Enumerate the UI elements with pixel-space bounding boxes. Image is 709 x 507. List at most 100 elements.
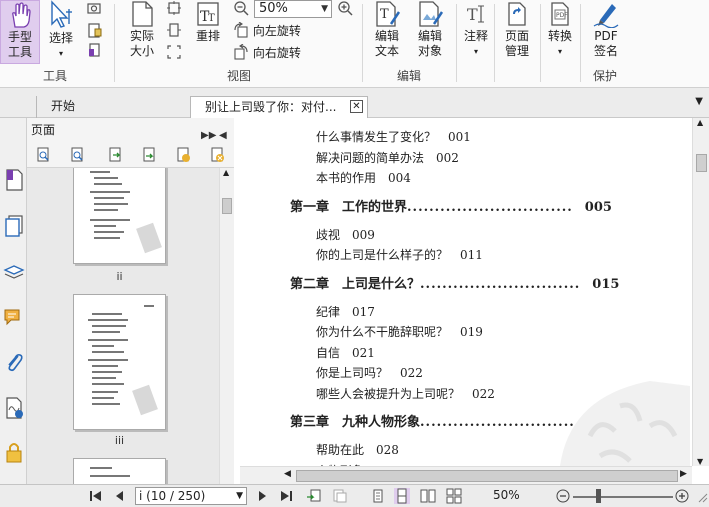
zoom-slider-handle[interactable] xyxy=(596,489,601,503)
continuous-view-icon[interactable] xyxy=(394,488,410,504)
page-manage-button[interactable]: 页面 管理 xyxy=(498,0,536,64)
reflow-icon: TT xyxy=(197,2,219,26)
fit-visible-icon[interactable] xyxy=(166,44,182,60)
signature-icon[interactable] xyxy=(3,396,25,420)
svg-text:T: T xyxy=(467,5,478,24)
insert-page-icon[interactable] xyxy=(107,147,123,163)
scrollbar-thumb[interactable] xyxy=(296,470,678,482)
comments-icon[interactable] xyxy=(3,306,25,330)
page-thumbnail[interactable] xyxy=(73,458,166,484)
scroll-right-icon[interactable]: ▶ xyxy=(680,469,687,479)
continuous-facing-view-icon[interactable] xyxy=(446,488,462,504)
zoom-in-icon[interactable] xyxy=(337,0,353,16)
thumbnail-label: iii xyxy=(114,434,125,447)
scroll-up-icon[interactable]: ▲ xyxy=(223,168,229,177)
toc-entry[interactable]: 什么事情发生了变化？ 001 xyxy=(316,128,471,145)
toc-entry[interactable]: 你是上司吗？ 022 xyxy=(316,364,423,381)
page-thumbnail[interactable] xyxy=(73,168,166,264)
lock-icon[interactable] xyxy=(3,440,25,464)
toc-entry[interactable]: 解决问题的简单办法 002 xyxy=(316,149,459,166)
tab-document[interactable]: 别让上司毁了你：对付... ✕ xyxy=(190,96,368,118)
document-horizontal-scrollbar[interactable]: ◀ ▶ xyxy=(240,466,692,484)
edit-text-button[interactable]: T 编辑 文本 xyxy=(368,0,406,64)
panel-scrollbar[interactable]: ▲ xyxy=(219,168,234,484)
toc-chapter[interactable]: 第一章 工作的世界.............................. 0… xyxy=(290,196,612,215)
divider xyxy=(580,4,581,82)
annotate-button[interactable]: T 注释 ▾ xyxy=(460,0,492,64)
previous-page-icon[interactable] xyxy=(112,488,128,504)
zoom-slider-track[interactable] xyxy=(573,496,673,498)
page-indicator: i (10 / 250) xyxy=(139,489,206,503)
toc-entry[interactable]: 纪律 017 xyxy=(316,303,375,320)
snapshot-icon[interactable] xyxy=(86,0,102,16)
layers-icon[interactable] xyxy=(3,260,25,284)
toc-entry[interactable]: 哪些人会被提升为上司呢？ 022 xyxy=(316,385,495,402)
last-page-icon[interactable] xyxy=(278,488,294,504)
rotate-left-button[interactable]: 向左旋转 xyxy=(233,21,301,39)
status-bar: i (10 / 250) ▼ 50% xyxy=(0,484,709,507)
extract-page-icon[interactable] xyxy=(141,147,157,163)
scroll-down-icon[interactable]: ▼ xyxy=(697,457,703,466)
clipboard-icon[interactable] xyxy=(86,22,102,38)
previous-view-icon[interactable] xyxy=(306,488,322,504)
fit-page-icon[interactable] xyxy=(166,0,182,16)
chevron-down-icon[interactable]: ▼ xyxy=(695,96,703,107)
toc-entry[interactable]: 你的上司是什么样子的？ 011 xyxy=(316,246,483,263)
toc-entry[interactable]: 你为什么不干脆辞职呢？ 019 xyxy=(316,323,483,340)
actual-size-button[interactable]: 实际 大小 xyxy=(124,0,160,64)
watermark-seal-icon xyxy=(560,381,690,466)
zoom-in-page-icon[interactable] xyxy=(35,147,51,163)
convert-button[interactable]: PDF 转换 ▾ xyxy=(544,0,576,64)
page-number-input[interactable]: i (10 / 250) ▼ xyxy=(135,487,247,505)
next-view-icon[interactable] xyxy=(332,488,348,504)
toc-entry[interactable]: 歧视 009 xyxy=(316,226,375,243)
scroll-up-icon[interactable]: ▲ xyxy=(697,118,703,127)
zoom-out-icon[interactable] xyxy=(555,488,571,504)
toc-page-number: 019 xyxy=(460,325,483,339)
scrollbar-thumb[interactable] xyxy=(222,198,232,214)
toc-chapter[interactable]: 第二章 上司是什么？............................. 0… xyxy=(290,273,619,292)
single-page-view-icon[interactable] xyxy=(370,488,386,504)
toc-entry[interactable]: 自信 021 xyxy=(316,344,375,361)
toc-entry[interactable]: 本书的作用 004 xyxy=(316,169,411,186)
panel-toolbar xyxy=(27,142,234,168)
document-vertical-scrollbar[interactable]: ▲ ▼ xyxy=(692,118,709,466)
zoom-select[interactable]: 50% ▼ xyxy=(254,0,332,18)
tab-start[interactable]: 开始 xyxy=(36,96,184,118)
scroll-left-icon[interactable]: ◀ xyxy=(284,469,291,479)
add-page-icon[interactable] xyxy=(175,147,191,163)
fit-width-icon[interactable] xyxy=(166,22,182,38)
bookmark-icon[interactable] xyxy=(3,168,25,192)
scrollbar-thumb[interactable] xyxy=(696,154,707,172)
toc-entry[interactable]: 帮助在此 028 xyxy=(316,441,399,458)
toc-leader-dots: ............................. xyxy=(420,276,581,292)
next-page-icon[interactable] xyxy=(254,488,270,504)
group-label-protect: 保护 xyxy=(592,69,617,83)
chevron-down-icon: ▼ xyxy=(236,491,243,501)
attachment-icon[interactable] xyxy=(3,350,25,374)
select-button[interactable]: 选择 ▾ xyxy=(44,0,78,64)
edit-text-icon: T xyxy=(376,1,401,27)
pdf-sign-button[interactable]: PDF 签名 xyxy=(586,0,626,64)
toc-chapter-title: 第一章 工作的世界 xyxy=(290,199,408,215)
close-icon[interactable]: ✕ xyxy=(350,100,363,113)
toc-page-number: 005 xyxy=(584,199,612,215)
pages-thumbnail-icon[interactable] xyxy=(3,214,25,238)
zoom-level[interactable]: 50% xyxy=(493,488,520,502)
zoom-out-icon[interactable] xyxy=(233,0,249,16)
toc-page-number: 015 xyxy=(592,276,620,292)
facing-view-icon[interactable] xyxy=(420,488,436,504)
toc-leader-dots: .............................. xyxy=(407,199,573,215)
delete-page-icon[interactable] xyxy=(209,147,225,163)
rotate-right-button[interactable]: 向右旋转 xyxy=(233,43,301,61)
zoom-out-page-icon[interactable] xyxy=(69,147,85,163)
find-icon[interactable] xyxy=(86,42,102,58)
page-thumbnail[interactable] xyxy=(73,294,166,430)
first-page-icon[interactable] xyxy=(88,488,104,504)
edit-object-button[interactable]: 编辑 对象 xyxy=(410,0,450,64)
toc-entry-title: 解决问题的简单办法 xyxy=(316,150,425,165)
reflow-button[interactable]: TT 重排 xyxy=(190,0,226,64)
hand-tool-button[interactable]: 手型 工具 xyxy=(0,0,40,64)
resize-grip-icon[interactable] xyxy=(693,488,709,504)
zoom-in-icon[interactable] xyxy=(674,488,690,504)
